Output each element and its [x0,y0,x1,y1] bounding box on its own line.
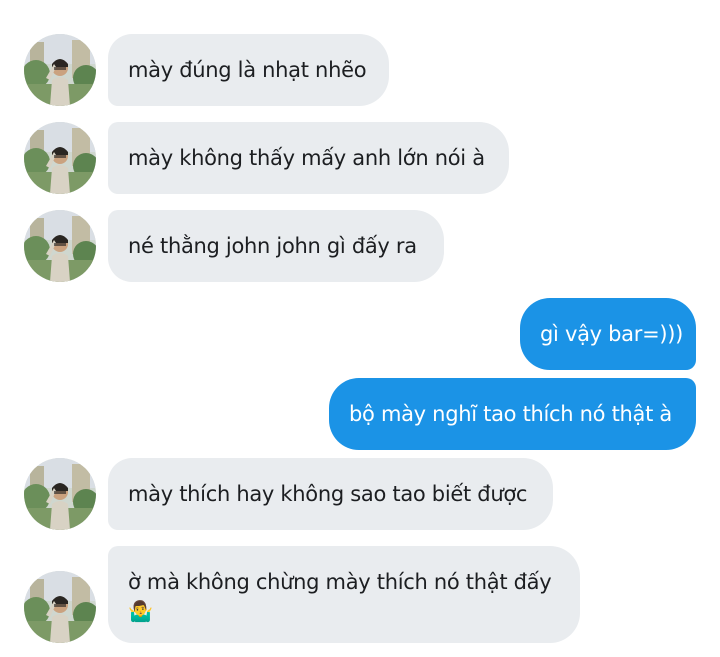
message-bubble-incoming[interactable]: mày không thấy mấy anh lớn nói à [108,122,509,194]
message-bubble-incoming[interactable]: mày thích hay không sao tao biết được [108,458,553,530]
message-text: gì vậy bar=))) [540,322,684,346]
message-bubble-incoming[interactable]: mày đúng là nhạt nhẽo [108,34,389,106]
message-bubble-incoming[interactable]: né thằng john john gì đấy ra [108,210,444,282]
shrug-emoji-icon: 🤷‍♂️ [128,599,153,623]
user-photo-icon [24,210,96,282]
avatar[interactable] [24,122,96,194]
user-photo-icon [24,34,96,106]
message-bubble-outgoing[interactable]: bộ mày nghĩ tao thích nó thật à [329,378,696,450]
user-photo-icon [24,458,96,530]
message-text: mày không thấy mấy anh lớn nói à [128,146,485,170]
user-photo-icon [24,571,96,643]
avatar[interactable] [24,571,96,643]
avatar[interactable] [24,34,96,106]
message-bubble-outgoing[interactable]: gì vậy bar=))) [520,298,696,370]
avatar[interactable] [24,210,96,282]
message-text: né thằng john john gì đấy ra [128,234,417,258]
message-bubble-incoming[interactable]: ờ mà không chừng mày thích nó thật đấy 🤷… [108,546,580,643]
message-text: ờ mà không chừng mày thích nó thật đấy [128,570,552,594]
message-text: mày thích hay không sao tao biết được [128,482,528,506]
message-text: mày đúng là nhạt nhẽo [128,58,367,82]
user-photo-icon [24,122,96,194]
avatar[interactable] [24,458,96,530]
message-text: bộ mày nghĩ tao thích nó thật à [349,402,672,426]
